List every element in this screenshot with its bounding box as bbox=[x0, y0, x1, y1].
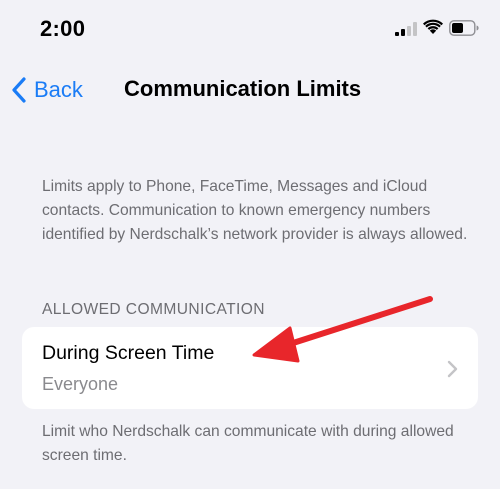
chevron-left-icon bbox=[12, 77, 26, 103]
status-bar: 2:00 bbox=[0, 0, 500, 60]
wifi-icon bbox=[423, 19, 443, 34]
section-header-allowed-communication: ALLOWED COMMUNICATION bbox=[42, 301, 265, 318]
during-screen-time-row[interactable]: During Screen Time Everyone bbox=[22, 327, 478, 409]
section-footer-description: Limit who Nerdschalk can communicate wit… bbox=[42, 423, 454, 464]
screen: 2:00 Back Communication Limits Limits ap… bbox=[0, 0, 500, 489]
back-button[interactable]: Back bbox=[10, 72, 83, 108]
status-time: 2:00 bbox=[40, 16, 86, 41]
page-title: Communication Limits bbox=[124, 76, 362, 101]
back-button-label: Back bbox=[34, 77, 83, 102]
battery-icon bbox=[449, 20, 479, 36]
chevron-right-icon bbox=[447, 360, 458, 378]
limits-description: Limits apply to Phone, FaceTime, Message… bbox=[42, 178, 468, 243]
navigation-bar: Back Communication Limits bbox=[0, 60, 500, 120]
row-value: Everyone bbox=[42, 374, 119, 394]
cellular-signal-icon bbox=[395, 22, 417, 36]
row-title: During Screen Time bbox=[42, 342, 215, 364]
